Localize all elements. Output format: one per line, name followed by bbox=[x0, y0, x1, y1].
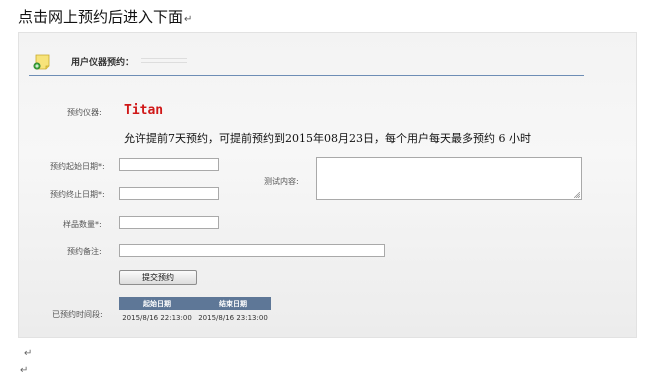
reservation-panel: 用户仪器预约： 预约仪器: Titan 允许提前7天预约，可提前预约到2015年… bbox=[18, 32, 637, 338]
slot-start-cell: 2015/8/16 22:13:00 bbox=[122, 313, 192, 322]
note-icon bbox=[33, 54, 50, 70]
end-date-input[interactable] bbox=[119, 187, 219, 200]
return-mark: ↵ bbox=[184, 14, 193, 25]
table-row: 2015/8/16 22:13:00 2015/8/16 23:13:00 bbox=[119, 310, 271, 325]
panel-header: 用户仪器预约： bbox=[29, 47, 584, 76]
start-date-header: 起始日期 bbox=[119, 297, 195, 310]
end-date-label: 预约终止日期*: bbox=[50, 190, 105, 199]
sample-qty-input[interactable] bbox=[119, 216, 219, 229]
test-content-label: 测试内容: bbox=[264, 177, 299, 186]
instrument-label: 预约仪器: bbox=[67, 108, 102, 117]
return-mark: ↵ bbox=[20, 365, 29, 376]
remark-label: 预约备注: bbox=[67, 247, 102, 256]
submit-reservation-button[interactable]: 提交预约 bbox=[119, 270, 197, 285]
return-mark: ↵ bbox=[24, 348, 33, 359]
booked-slots-label: 已预约时间段: bbox=[52, 310, 103, 319]
booked-slots-table: 起始日期 结束日期 2015/8/16 22:13:00 2015/8/16 2… bbox=[119, 297, 271, 325]
sample-qty-label: 样品数量*: bbox=[63, 220, 102, 229]
slot-end-cell: 2015/8/16 23:13:00 bbox=[198, 313, 268, 322]
booking-notice: 允许提前7天预约，可提前预约到2015年08月23日，每个用户每天最多预约 6 … bbox=[124, 132, 531, 145]
instrument-name: Titan bbox=[124, 103, 164, 118]
table-header-row: 起始日期 结束日期 bbox=[119, 297, 271, 310]
test-content-textarea[interactable] bbox=[316, 157, 582, 200]
panel-title: 用户仪器预约： bbox=[71, 58, 135, 68]
end-date-header: 结束日期 bbox=[195, 297, 271, 310]
title-decoration bbox=[141, 58, 187, 63]
heading-text: 点击网上预约后进入下面 bbox=[18, 8, 184, 26]
remark-input[interactable] bbox=[119, 244, 385, 257]
resize-grip-icon[interactable] bbox=[574, 192, 580, 198]
start-date-label: 预约起始日期*: bbox=[50, 162, 105, 171]
start-date-input[interactable] bbox=[119, 158, 219, 171]
document-heading: 点击网上预约后进入下面↵ bbox=[18, 6, 192, 27]
